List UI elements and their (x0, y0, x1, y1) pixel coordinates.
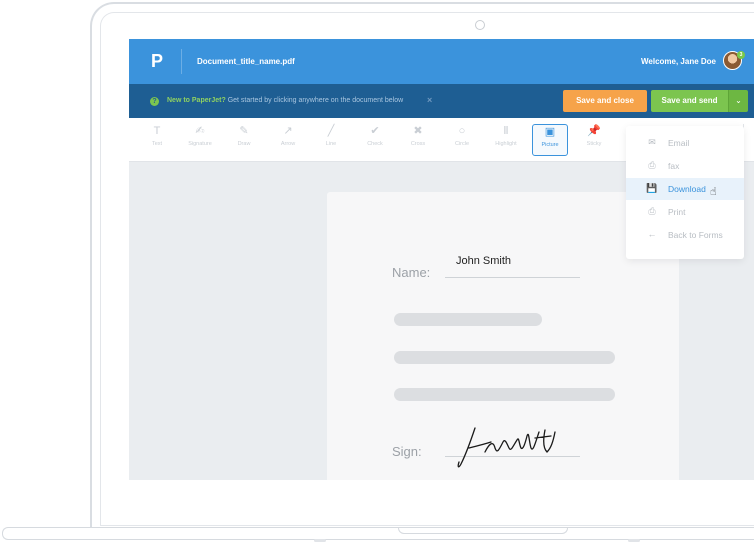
tool-label: Line (325, 141, 337, 147)
placeholder-line (394, 313, 542, 326)
info-message: New to PaperJet? Get started by clicking… (167, 97, 403, 104)
handwritten-signature[interactable] (455, 422, 565, 472)
tool-arrow[interactable]: ↗ Arrow (270, 124, 306, 156)
notification-badge: 3 (737, 51, 745, 59)
menu-item-label: Back to Forms (668, 230, 723, 240)
fax-icon: ⎙ (648, 160, 656, 170)
chevron-down-icon[interactable]: ⌄ (728, 90, 748, 112)
name-underline (445, 277, 580, 278)
highlight-icon: Ⅱ (503, 125, 509, 137)
menu-item-email[interactable]: ✉ Email (626, 132, 744, 154)
menu-item-label: fax (668, 161, 680, 171)
close-icon[interactable]: × (427, 95, 432, 105)
tool-label: Picture (541, 142, 559, 148)
laptop-base (2, 527, 754, 540)
tool-cross[interactable]: ✖ Cross (400, 124, 436, 156)
signature-icon: ✍ (195, 125, 205, 137)
info-highlight: New to PaperJet? (167, 97, 226, 104)
logo-divider (181, 49, 182, 74)
tool-label: Draw (237, 141, 251, 147)
arrow-icon: ↗ (283, 125, 293, 137)
menu-item-print[interactable]: ⎙ Print (626, 201, 744, 223)
tool-highlight[interactable]: Ⅱ Highlight (488, 124, 524, 156)
tool-line[interactable]: ╱ Line (313, 124, 349, 156)
hand-pointer-icon: ☝ (710, 186, 717, 198)
tool-label: Arrow (280, 141, 296, 147)
menu-item-label: Email (668, 138, 690, 148)
pencil-icon: ✎ (239, 125, 249, 137)
menu-item-label: Download (668, 184, 706, 194)
tool-signature[interactable]: ✍ Signature (182, 124, 218, 156)
picture-icon: ▣ (544, 126, 556, 138)
paperjet-logo[interactable]: P (151, 51, 163, 72)
envelope-icon: ✉ (648, 137, 656, 147)
sign-label: Sign: (392, 444, 422, 459)
arrow-left-icon: ← (647, 229, 657, 239)
menu-item-back-to-forms[interactable]: ← Back to Forms (626, 224, 744, 246)
printer-icon: ⎙ (648, 206, 656, 216)
document-title: Document_title_name.pdf (197, 57, 295, 66)
text-icon: T (153, 125, 161, 137)
info-rest-text: Get started by clicking anywhere on the … (227, 97, 404, 104)
tool-draw[interactable]: ✎ Draw (226, 124, 262, 156)
line-icon: ╱ (327, 125, 335, 137)
tool-label: Sticky (586, 141, 602, 147)
circle-icon: ○ (458, 125, 466, 137)
menu-item-fax[interactable]: ⎙ fax (626, 155, 744, 177)
check-icon: ✔ (370, 125, 380, 137)
tool-circle[interactable]: ○ Circle (444, 124, 480, 156)
send-options-menu: ✉ Email ⎙ fax 💾 Download ☝ ⎙ Print ← Bac… (626, 126, 744, 259)
menu-item-label: Print (668, 207, 686, 217)
app-screen: P Document_title_name.pdf Welcome, Jane … (129, 39, 754, 480)
floppy-disk-icon: 💾 (646, 183, 658, 193)
laptop-notch (398, 528, 568, 534)
save-and-send-button[interactable]: Save and send (651, 90, 728, 112)
welcome-text: Welcome, Jane Doe (641, 57, 716, 66)
name-field-value[interactable]: John Smith (456, 255, 511, 267)
placeholder-line (394, 351, 615, 364)
info-bar: ? New to PaperJet? Get started by clicki… (129, 84, 754, 118)
tool-label: Circle (454, 141, 470, 147)
menu-item-download[interactable]: 💾 Download ☝ (626, 178, 744, 200)
save-and-close-button[interactable]: Save and close (563, 90, 647, 112)
laptop-foot-left (314, 539, 326, 542)
laptop-foot-right (628, 539, 640, 542)
name-label: Name: (392, 265, 431, 280)
tool-label: Signature (188, 141, 212, 147)
tool-check[interactable]: ✔ Check (357, 124, 393, 156)
tool-sticky[interactable]: 📌 Sticky (576, 124, 612, 156)
tool-label: Cross (410, 141, 426, 147)
tool-label: Text (151, 141, 163, 147)
tool-picture[interactable]: ▣ Picture (532, 124, 568, 156)
tool-label: Check (367, 141, 383, 147)
camera-icon (475, 20, 485, 30)
tool-label: Highlight (495, 141, 517, 147)
tool-text[interactable]: T Text (139, 124, 175, 156)
help-icon: ? (150, 97, 159, 106)
document-workspace[interactable]: Name: John Smith Sign: ✉ Email ⎙ fax 💾 D… (129, 126, 754, 480)
pin-icon: 📌 (587, 125, 601, 137)
top-bar: P Document_title_name.pdf Welcome, Jane … (129, 39, 754, 84)
placeholder-line (394, 388, 615, 401)
cross-icon: ✖ (413, 125, 423, 137)
